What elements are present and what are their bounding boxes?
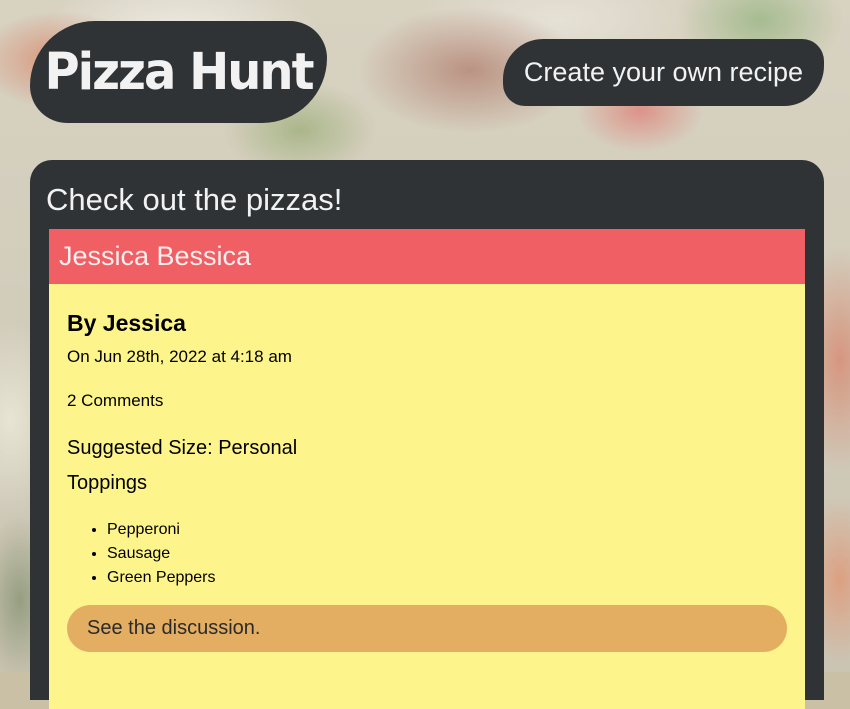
suggested-size: Suggested Size: Personal (67, 437, 298, 459)
page-title: Check out the pizzas! (46, 182, 343, 217)
pizza-list-panel: Check out the pizzas! Jessica Bessica By… (30, 160, 824, 709)
toppings-list: Pepperoni Sausage Green Peppers (67, 518, 216, 590)
create-recipe-link[interactable]: Create your own recipe (503, 39, 824, 106)
list-item: Sausage (107, 542, 216, 566)
logo-text: Pizza Hunt (44, 42, 314, 102)
see-discussion-button[interactable]: See the discussion. (67, 605, 787, 652)
logo[interactable]: Pizza Hunt (30, 21, 327, 123)
pizza-card: Jessica Bessica By Jessica On Jun 28th, … (49, 229, 805, 709)
pizza-date: On Jun 28th, 2022 at 4:18 am (67, 347, 292, 366)
comment-count: 2 Comments (67, 391, 164, 410)
list-item: Green Peppers (107, 566, 216, 590)
site-header: Pizza Hunt Create your own recipe (0, 0, 850, 160)
pizza-author: By Jessica (67, 310, 186, 336)
toppings-heading: Toppings (67, 472, 148, 494)
list-item: Pepperoni (107, 518, 216, 542)
pizza-name: Jessica Bessica (49, 229, 805, 284)
